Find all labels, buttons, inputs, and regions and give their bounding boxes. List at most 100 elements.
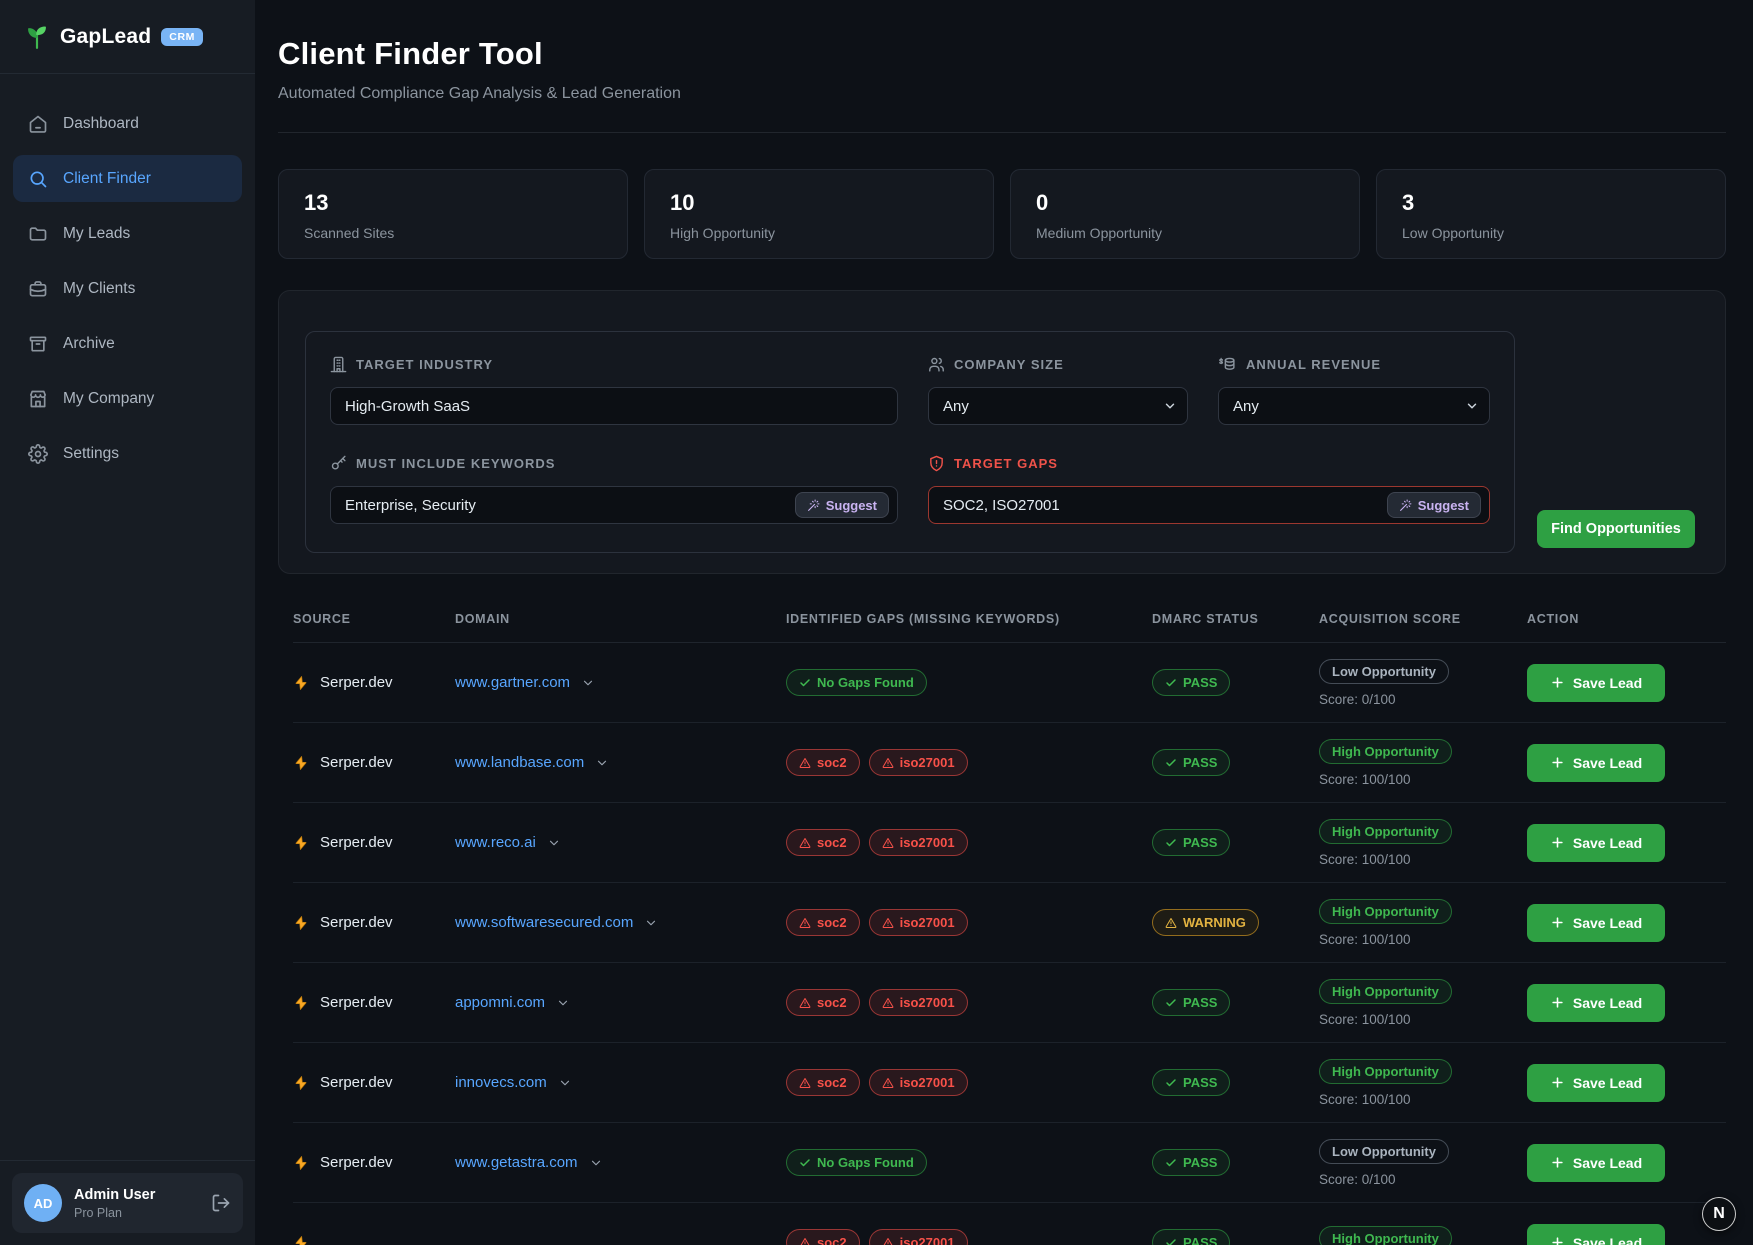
domain-cell: www.reco.ai — [455, 834, 786, 851]
opportunity-badge: High Opportunity — [1319, 739, 1452, 764]
sidebar-item-archive[interactable]: Archive — [13, 320, 242, 367]
table-row: Serper.devwww.gartner.comNo Gaps FoundPA… — [293, 643, 1726, 723]
sidebar-nav: Dashboard Client Finder My Leads My Clients… — [0, 74, 255, 1160]
sidebar-item-dashboard[interactable]: Dashboard — [13, 100, 242, 147]
sidebar-item-settings[interactable]: Settings — [13, 430, 242, 477]
dmarc-cell: PASS — [1152, 989, 1319, 1016]
chevron-down-icon[interactable] — [556, 996, 570, 1010]
briefcase-icon — [28, 279, 48, 299]
sidebar-item-label: Settings — [63, 445, 119, 463]
stat-label: Medium Opportunity — [1036, 225, 1334, 241]
chevron-down-icon[interactable] — [589, 1156, 603, 1170]
gaps-cell: soc2iso27001 — [786, 1229, 1152, 1245]
dmarc-cell: WARNING — [1152, 909, 1319, 936]
dmarc-status-badge: WARNING — [1152, 909, 1259, 936]
dmarc-status-badge: PASS — [1152, 1229, 1230, 1245]
user-name: Admin User — [74, 1187, 199, 1203]
find-opportunities-button[interactable]: Find Opportunities — [1537, 510, 1695, 548]
sidebar-item-my-company[interactable]: My Company — [13, 375, 242, 422]
save-lead-button[interactable]: Save Lead — [1527, 744, 1665, 782]
sidebar-item-my-leads[interactable]: My Leads — [13, 210, 242, 257]
domain-link[interactable]: innovecs.com — [455, 1074, 547, 1091]
chevron-down-icon[interactable] — [547, 836, 561, 850]
sidebar-item-my-clients[interactable]: My Clients — [13, 265, 242, 312]
check-icon — [1165, 1077, 1177, 1089]
target-gaps-suggest-button[interactable]: Suggest — [1387, 492, 1481, 518]
domain-link[interactable]: www.gartner.com — [455, 674, 570, 691]
score-text: Score: 0/100 — [1319, 692, 1527, 707]
save-lead-button[interactable]: Save Lead — [1527, 664, 1665, 702]
table-row: soc2iso27001PASSHigh OpportunitySave Lea… — [293, 1203, 1726, 1245]
sidebar-item-client-finder[interactable]: Client Finder — [13, 155, 242, 202]
opportunity-badge: High Opportunity — [1319, 819, 1452, 844]
floating-n-badge[interactable]: N — [1702, 1197, 1736, 1231]
domain-link[interactable]: appomni.com — [455, 994, 545, 1011]
results-table-body: Serper.devwww.gartner.comNo Gaps FoundPA… — [293, 643, 1726, 1245]
target-gaps-label: TARGET GAPS — [954, 456, 1058, 471]
lightning-icon — [293, 674, 309, 692]
action-cell: Save Lead — [1527, 984, 1726, 1022]
filter-panel: TARGET INDUSTRY COMPANY SIZE Any — [305, 331, 1515, 553]
warning-icon — [882, 1237, 894, 1245]
score-text: Score: 100/100 — [1319, 852, 1527, 867]
domain-cell: www.gartner.com — [455, 674, 786, 691]
chevron-down-icon[interactable] — [581, 676, 595, 690]
source-label: Serper.dev — [320, 754, 393, 771]
save-lead-button[interactable]: Save Lead — [1527, 984, 1665, 1022]
source-cell: Serper.dev — [293, 1074, 455, 1092]
plus-icon — [1550, 1075, 1565, 1090]
shield-alert-icon — [928, 455, 945, 472]
domain-cell: www.landbase.com — [455, 754, 786, 771]
wand-icon — [807, 499, 820, 512]
chevron-down-icon[interactable] — [558, 1076, 572, 1090]
domain-link[interactable]: www.softwaresecured.com — [455, 914, 633, 931]
store-icon — [28, 389, 48, 409]
acquisition-cell: High OpportunityScore: 100/100 — [1319, 739, 1527, 787]
plus-icon — [1550, 995, 1565, 1010]
filter-card: TARGET INDUSTRY COMPANY SIZE Any — [278, 290, 1726, 574]
home-icon — [28, 114, 48, 134]
warning-icon — [799, 997, 811, 1009]
sidebar-item-label: My Clients — [63, 280, 135, 298]
dmarc-status-badge: PASS — [1152, 1069, 1230, 1096]
field-target-gaps: TARGET GAPS Suggest — [928, 455, 1490, 524]
save-lead-button[interactable]: Save Lead — [1527, 1144, 1665, 1182]
domain-link[interactable]: www.landbase.com — [455, 754, 584, 771]
gap-badge: iso27001 — [869, 1229, 968, 1245]
target-industry-input[interactable] — [330, 387, 898, 425]
col-gaps: IDENTIFIED GAPS (MISSING KEYWORDS) — [786, 612, 1152, 626]
domain-link[interactable]: www.reco.ai — [455, 834, 536, 851]
gap-badge: iso27001 — [869, 749, 968, 776]
dmarc-cell: PASS — [1152, 1069, 1319, 1096]
plus-icon — [1550, 835, 1565, 850]
col-source: SOURCE — [293, 612, 455, 626]
dmarc-status-badge: PASS — [1152, 1149, 1230, 1176]
action-cell: Save Lead — [1527, 1224, 1726, 1245]
user-card[interactable]: AD Admin User Pro Plan — [12, 1173, 243, 1233]
domain-cell: innovecs.com — [455, 1074, 786, 1091]
acquisition-cell: High Opportunity Score: 100/100 — [1319, 819, 1527, 867]
chevron-down-icon[interactable] — [595, 756, 609, 770]
chevron-down-icon[interactable] — [644, 916, 658, 930]
source-cell: Serper.dev — [293, 1154, 455, 1172]
action-cell: Save Lead — [1527, 744, 1726, 782]
gaps-cell: No Gaps Found — [786, 669, 1152, 696]
company-size-select[interactable]: Any — [928, 387, 1188, 425]
source-cell: Serper.dev — [293, 674, 455, 692]
dmarc-cell: PASS — [1152, 1149, 1319, 1176]
page-title: Client Finder Tool — [278, 36, 1726, 72]
gap-badge: soc2 — [786, 1069, 860, 1096]
gap-badge: iso27001 — [869, 1069, 968, 1096]
annual-revenue-select[interactable]: Any — [1218, 387, 1490, 425]
no-gaps-badge: No Gaps Found — [786, 1149, 927, 1176]
check-icon — [799, 677, 811, 689]
domain-link[interactable]: www.getastra.com — [455, 1154, 578, 1171]
save-lead-button[interactable]: Save Lead — [1527, 904, 1665, 942]
save-lead-button[interactable]: Save Lead — [1527, 824, 1665, 862]
save-lead-button[interactable]: Save Lead — [1527, 1224, 1665, 1245]
search-icon — [28, 169, 48, 189]
keywords-suggest-button[interactable]: Suggest — [795, 492, 889, 518]
key-icon — [330, 455, 347, 472]
save-lead-button[interactable]: Save Lead — [1527, 1064, 1665, 1102]
logout-icon[interactable] — [211, 1193, 231, 1213]
